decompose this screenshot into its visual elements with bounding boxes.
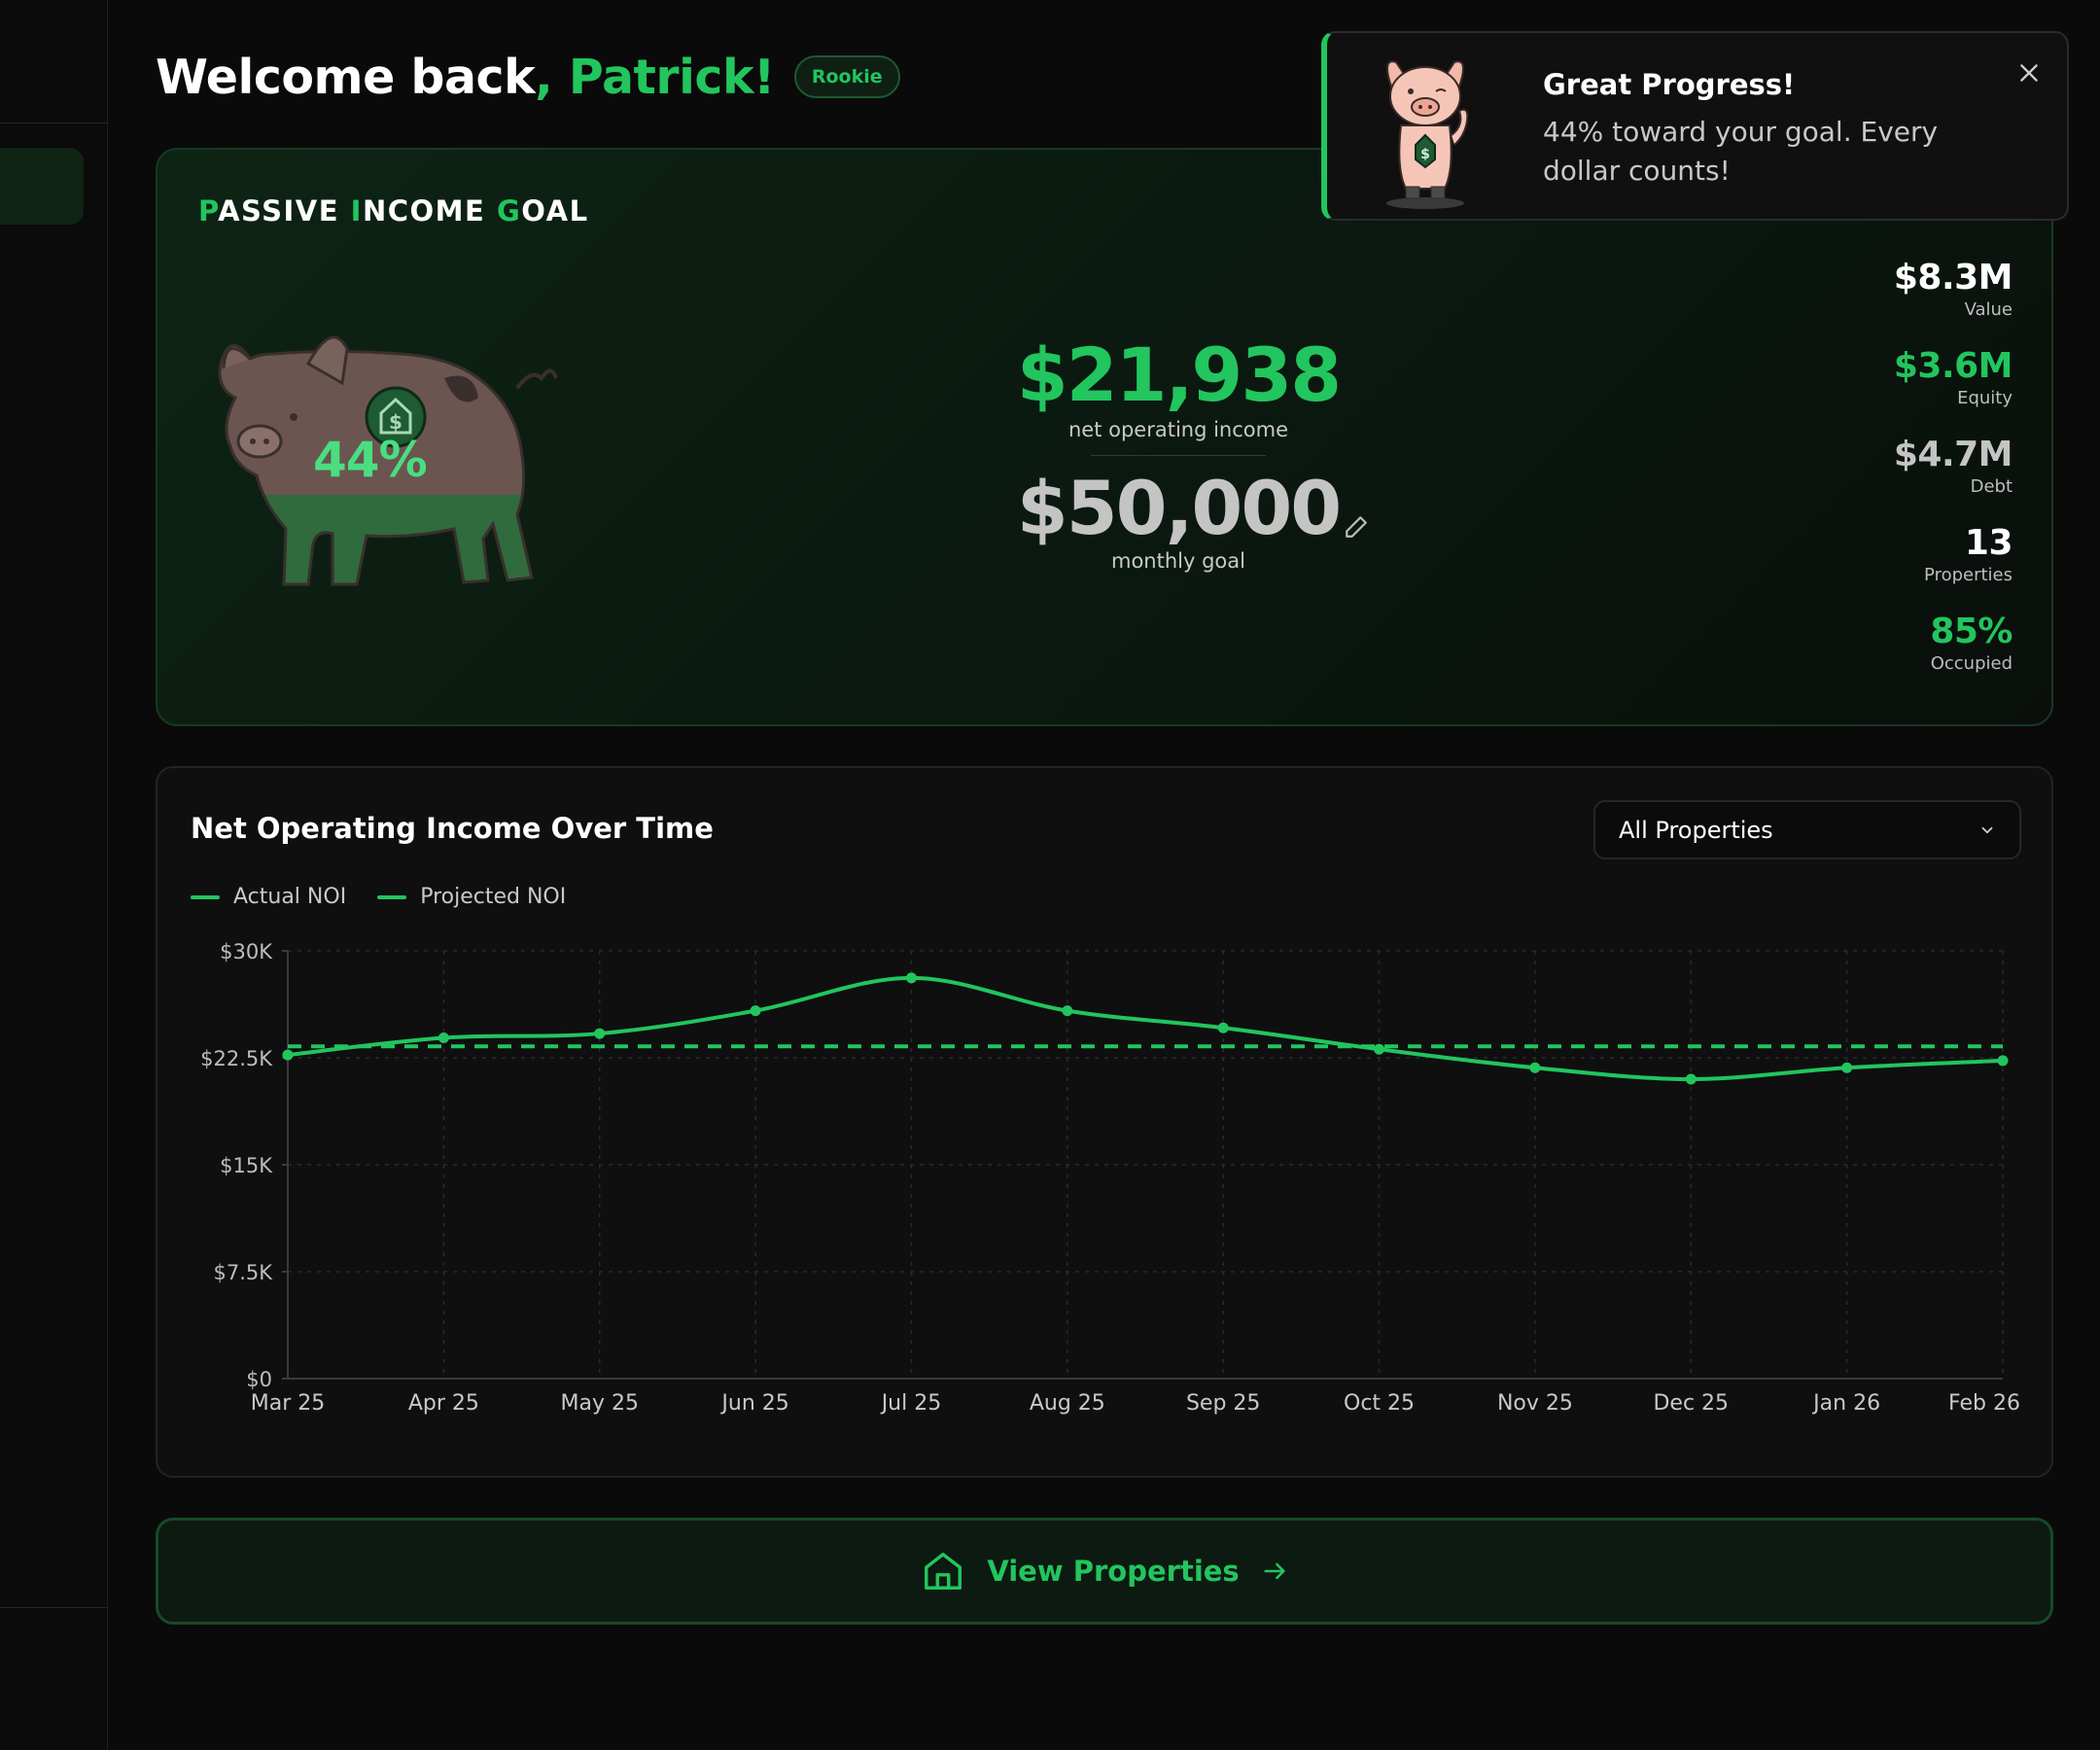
view-properties-button[interactable]: View Properties: [156, 1518, 2053, 1625]
stat-properties-count: 13: [1964, 523, 2013, 563]
x-tick-label: Aug 25: [1030, 1391, 1105, 1416]
edit-goal-icon[interactable]: [1344, 514, 1369, 540]
goal-progress-percent: 44%: [313, 432, 428, 488]
rank-badge: Rookie: [793, 55, 900, 98]
series-line-actual-noi: [287, 975, 2004, 1082]
stat-properties-label: Properties: [1924, 565, 2012, 585]
stat-debt: $4.7M Debt: [1893, 434, 2013, 522]
stat-equity-label: Equity: [1957, 388, 2012, 408]
x-tick-label: Oct 25: [1344, 1391, 1415, 1416]
data-point-actual-noi: [1685, 1073, 1697, 1085]
x-tick-label: Mar 25: [251, 1391, 326, 1416]
data-point-actual-noi: [750, 1005, 761, 1017]
stat-equity: $3.6M Equity: [1893, 345, 2013, 434]
x-tick-label: May 25: [560, 1391, 638, 1416]
data-point-actual-noi: [438, 1032, 449, 1043]
noi-line-chart: $0 $7.5K $15K $22.5K $30K Mar 25 Apr 25 May 25 J…: [200, 940, 2020, 1416]
goal-value-row: $50,000: [984, 468, 1373, 549]
stat-occupied: 85% Occupied: [1894, 611, 2012, 699]
toast-title: Great Progress!: [1543, 68, 1796, 101]
sidebar-item-active[interactable]: [0, 148, 84, 225]
noi-summary: $21,938 net operating income $50,000 mon…: [984, 332, 1373, 574]
data-point-actual-noi: [1841, 1062, 1853, 1073]
monthly-goal-label: monthly goal: [1111, 549, 1245, 573]
y-tick-label: $0: [246, 1368, 272, 1391]
x-tick-label: Feb 26: [1948, 1391, 2020, 1416]
y-tick-label: $15K: [220, 1154, 273, 1177]
data-point-actual-noi: [282, 1049, 294, 1061]
welcome-user-name: , Patrick!: [535, 49, 775, 105]
home-icon: [925, 1553, 962, 1590]
noi-divider: [1091, 455, 1266, 456]
stat-occupied-label: Occupied: [1930, 653, 2012, 674]
noi-chart-card: Net Operating Income Over Time All Prope…: [156, 766, 2053, 1478]
x-tick-label: Jan 26: [1811, 1391, 1880, 1416]
stat-equity-amount: $3.6M: [1893, 346, 2013, 386]
sidebar-divider-top: [0, 122, 108, 123]
view-properties-label: View Properties: [987, 1555, 1240, 1588]
toast-message: 44% toward your goal. Every dollar count…: [1543, 116, 1939, 187]
welcome-text: Welcome back: [156, 49, 536, 105]
arrow-right-icon: [1264, 1562, 1285, 1580]
data-point-actual-noi: [1217, 1022, 1229, 1033]
x-tick-label: Sep 25: [1186, 1391, 1260, 1416]
noi-label: net operating income: [1068, 418, 1289, 441]
data-point-actual-noi: [1062, 1005, 1073, 1017]
sidebar-divider-bottom: [0, 1607, 108, 1608]
data-point-actual-noi: [905, 972, 917, 984]
x-tick-label: Jul 25: [880, 1391, 942, 1416]
data-point-actual-noi: [1997, 1055, 2009, 1067]
x-tick-label: Jun 25: [719, 1391, 788, 1416]
y-tick-label: $7.5K: [213, 1261, 273, 1284]
stat-properties: 13 Properties: [1894, 522, 2012, 611]
welcome-header: Welcome back, Patrick! Rookie: [156, 43, 900, 111]
stat-occupied-percent: 85%: [1930, 612, 2012, 651]
stat-value: $8.3M Value: [1893, 257, 2013, 345]
stat-value-label: Value: [1964, 299, 2012, 320]
close-icon[interactable]: [2016, 60, 2042, 86]
monthly-goal-value: $50,000: [1016, 465, 1342, 551]
x-tick-label: Nov 25: [1497, 1391, 1573, 1416]
sidebar: [0, 0, 108, 1750]
stat-value-amount: $8.3M: [1893, 258, 2013, 298]
noi-value: $21,938: [1016, 332, 1342, 418]
y-tick-label: $30K: [220, 940, 273, 963]
y-tick-label: $22.5K: [200, 1047, 273, 1070]
x-tick-label: Dec 25: [1653, 1391, 1729, 1416]
passive-income-goal-card: PASSIVE INCOME GOAL $ 44% $21,938 net op…: [156, 148, 2053, 726]
stat-debt-amount: $4.7M: [1893, 435, 2013, 474]
data-point-actual-noi: [1529, 1062, 1541, 1073]
progress-toast: $ Great Progress! 44% toward your goal. …: [1321, 31, 2069, 221]
goal-card-title: PASSIVE INCOME GOAL: [198, 194, 589, 228]
data-point-actual-noi: [594, 1028, 606, 1039]
data-point-actual-noi: [1374, 1043, 1385, 1055]
portfolio-stats: $8.3M Value $3.6M Equity $4.7M Debt 13 P…: [1893, 257, 2013, 699]
stat-debt-label: Debt: [1970, 476, 2012, 497]
svg-text:$: $: [389, 410, 402, 434]
pig-mascot-icon: $: [1386, 60, 1469, 209]
x-tick-label: Apr 25: [408, 1391, 479, 1416]
svg-text:$: $: [1420, 147, 1430, 162]
